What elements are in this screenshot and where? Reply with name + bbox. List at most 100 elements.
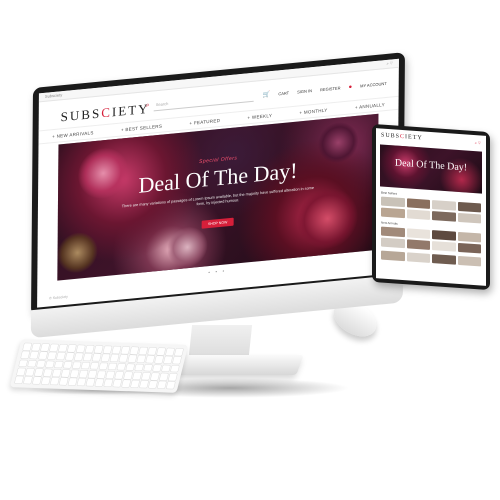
keyboard-key bbox=[109, 354, 119, 362]
product-thumbnail[interactable] bbox=[457, 212, 481, 224]
tablet-screen: SUBSCIETY ⌕ ♡ Deal Of The Day! Best Sell… bbox=[376, 128, 486, 286]
desktop-screen: Subsciety ⌕ ♡ SUBSCIETY ⌕ Search 🛒 CART … bbox=[37, 58, 399, 308]
keyboard-key bbox=[89, 362, 100, 370]
keyboard-key bbox=[170, 365, 180, 373]
keyboard-key bbox=[38, 352, 48, 360]
keyboard-key bbox=[118, 354, 128, 363]
keyboard-key bbox=[68, 378, 78, 386]
keyboard-key bbox=[56, 352, 66, 360]
product-thumbnail[interactable] bbox=[381, 226, 405, 238]
tablet-section-title: Best Sellers bbox=[381, 190, 398, 196]
keyboard-key bbox=[43, 369, 53, 377]
product-thumbnail[interactable] bbox=[457, 201, 481, 213]
product-thumbnail[interactable] bbox=[457, 242, 481, 254]
product-thumbnail[interactable] bbox=[457, 231, 481, 243]
keyboard-key bbox=[147, 347, 157, 355]
product-thumbnail[interactable] bbox=[406, 252, 430, 263]
keyboard-key bbox=[107, 362, 117, 370]
keyboard-key bbox=[34, 368, 44, 376]
keyboard-key bbox=[154, 356, 164, 364]
keyboard-key bbox=[127, 355, 137, 363]
monitor-bezel: Subsciety ⌕ ♡ SUBSCIETY ⌕ Search 🛒 CART … bbox=[31, 52, 405, 317]
product-thumbnail[interactable] bbox=[457, 255, 481, 267]
top-bar-links[interactable]: Subsciety bbox=[45, 92, 62, 99]
header-actions: 🛒 CART SIGN IN REGISTER ● MY ACCOUNT bbox=[263, 80, 387, 99]
keyboard-key bbox=[92, 354, 102, 362]
register-link[interactable]: REGISTER bbox=[320, 85, 340, 92]
keyboard-key bbox=[61, 369, 71, 377]
keyboard-key bbox=[112, 379, 122, 387]
tablet-product-grid bbox=[381, 250, 481, 267]
product-thumbnail[interactable] bbox=[432, 230, 456, 241]
keyboard-key bbox=[58, 344, 68, 352]
product-thumbnail[interactable] bbox=[406, 228, 430, 239]
keyboard-key bbox=[65, 353, 75, 361]
product-thumbnail[interactable] bbox=[406, 209, 430, 220]
keyboard-key bbox=[52, 369, 62, 377]
nav-item-weekly[interactable]: + WEEKLY bbox=[247, 112, 272, 119]
keyboard-key bbox=[85, 378, 95, 386]
keyboard-key bbox=[63, 361, 73, 369]
nav-item-new-arrivals[interactable]: + NEW ARRIVALS bbox=[52, 130, 94, 139]
keyboard-key bbox=[120, 346, 130, 354]
keyboard-key bbox=[47, 352, 57, 360]
keyboard-keys bbox=[14, 343, 184, 389]
nav-item-annually[interactable]: + ANNUALLY bbox=[355, 102, 385, 110]
device-mockup-scene: Subsciety ⌕ ♡ SUBSCIETY ⌕ Search 🛒 CART … bbox=[0, 0, 500, 500]
search-placeholder: Search bbox=[155, 100, 169, 108]
tablet-logo[interactable]: SUBSCIETY bbox=[381, 133, 423, 142]
cart-icon[interactable]: 🛒 bbox=[263, 91, 271, 99]
keyboard-key bbox=[16, 368, 26, 376]
keyboard-key bbox=[172, 356, 182, 364]
keyboard-key bbox=[67, 344, 77, 352]
keyboard-key bbox=[94, 345, 104, 353]
product-thumbnail[interactable] bbox=[381, 237, 405, 249]
desktop-monitor: Subsciety ⌕ ♡ SUBSCIETY ⌕ Search 🛒 CART … bbox=[30, 52, 405, 339]
keyboard-key bbox=[157, 381, 167, 389]
keyboard-key bbox=[22, 343, 32, 351]
keyboard-key bbox=[152, 364, 162, 372]
keyboard-key bbox=[98, 362, 108, 370]
keyboard-key bbox=[76, 345, 86, 353]
search-icon[interactable]: ⌕ bbox=[146, 102, 150, 110]
keyboard-key bbox=[50, 377, 60, 385]
keyboard bbox=[9, 339, 189, 393]
keyboard-key bbox=[136, 355, 146, 363]
product-thumbnail[interactable] bbox=[406, 239, 430, 250]
product-thumbnail[interactable] bbox=[432, 211, 456, 222]
site-logo[interactable]: SUBSCIETY bbox=[61, 101, 150, 126]
keyboard-key bbox=[87, 370, 98, 378]
product-thumbnail[interactable] bbox=[432, 254, 456, 265]
account-link[interactable]: MY ACCOUNT bbox=[360, 81, 387, 89]
keyboard-key bbox=[134, 363, 144, 371]
keyboard-key bbox=[45, 360, 55, 368]
keyboard-key bbox=[159, 373, 169, 381]
signin-link[interactable]: SIGN IN bbox=[297, 88, 312, 94]
cart-link[interactable]: CART bbox=[278, 90, 289, 96]
search-input[interactable]: ⌕ Search bbox=[146, 92, 254, 112]
nav-item-featured[interactable]: + FEATURED bbox=[189, 117, 220, 125]
nav-item-monthly[interactable]: + MONTHLY bbox=[299, 107, 327, 115]
shop-now-button[interactable]: SHOP NOW bbox=[201, 217, 234, 229]
tablet-section-title: New Arrivals bbox=[381, 220, 398, 226]
product-thumbnail[interactable] bbox=[381, 207, 405, 219]
top-bar-icons[interactable]: ⌕ ♡ bbox=[386, 60, 392, 66]
keyboard-key bbox=[18, 359, 28, 367]
product-thumbnail[interactable] bbox=[432, 200, 456, 211]
keyboard-key bbox=[163, 356, 173, 364]
product-thumbnail[interactable] bbox=[432, 241, 456, 252]
keyboard-key bbox=[14, 376, 24, 384]
keyboard-key bbox=[138, 347, 148, 355]
tablet-header-icons[interactable]: ⌕ ♡ bbox=[475, 140, 481, 145]
nav-item-best-sellers[interactable]: + BEST SELLERS bbox=[121, 123, 162, 132]
keyboard-key bbox=[32, 377, 42, 385]
user-icon[interactable]: ● bbox=[348, 84, 352, 90]
keyboard-key bbox=[94, 379, 104, 387]
hero-banner: Special Offers Deal Of The Day! There ar… bbox=[57, 113, 379, 281]
keyboard-key bbox=[76, 378, 87, 386]
keyboard-key bbox=[25, 368, 35, 376]
product-thumbnail[interactable] bbox=[381, 250, 405, 262]
product-thumbnail[interactable] bbox=[381, 196, 405, 208]
product-thumbnail[interactable] bbox=[406, 198, 430, 209]
keyboard-key bbox=[174, 348, 184, 356]
